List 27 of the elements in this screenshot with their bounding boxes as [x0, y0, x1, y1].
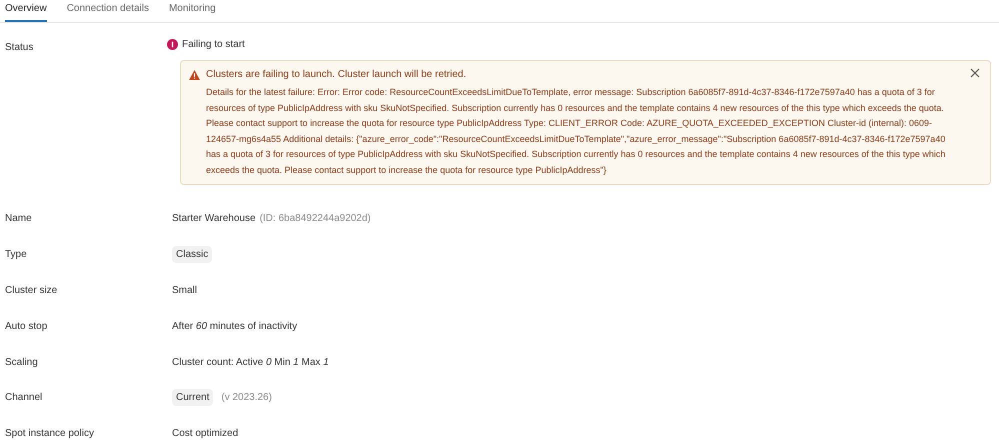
banner-message: Details for the latest failure: Error: Error code: ResourceCountExceedsLimitDueToTemplate, error message: Subscription 6a6085f7-891d-4c37-8346-f172e7597a40 has a quota of 3 for resources of type PublicIpAddress with sku SkuNotSpecified. Subscription currently has 0 resources and the template contains 4 new resources of the this type which exceeds the quota. Please contact support to increase the quota for resource type PublicIpAddress Type: CLIENT_ERROR Code: AZURE_QUOTA_EXCEEDED_EXCEPTION Cluster-id (internal): 0609-124657-mg6s4a55 Additional details: {"azure_error_code":"ResourceCountExceedsLimitDueToTemplate","azure_error_message":"Subscription 6a6085f7-891d-4c37-8346-f172e7597a40 has a quota of 3 for resources of type PublicIpAddress with sku SkuNotSpecified. Subscription currently has 0 resources and the template contains 4 new resources of the this type which exceeds the quota. Please contact support to increase the quota for resource type PublicIpAddress"} — [206, 86, 946, 177]
tag: Classic — [172, 246, 212, 264]
property-value: Cluster count: Active 0 Min 1 Max 1 — [172, 356, 329, 370]
property-label: Auto stop — [5, 320, 48, 332]
property-label: Scaling — [5, 356, 38, 368]
warning-icon — [189, 70, 200, 80]
property-value: After 60 minutes of inactivity — [172, 320, 298, 334]
error-icon — [167, 39, 178, 50]
property-label: Name — [5, 213, 32, 224]
tag: Current — [172, 389, 214, 406]
property-label: Cluster size — [5, 284, 58, 296]
close-icon — [970, 68, 980, 78]
property-label: Status — [5, 42, 34, 53]
property-label: Type — [5, 249, 27, 260]
property-value: Cost optimized — [172, 427, 238, 442]
tab[interactable]: Overview — [5, 1, 47, 22]
property-note: (v 2023.26) — [221, 391, 272, 406]
property-label: Spot instance policy — [5, 428, 94, 440]
property-label: Channel — [5, 392, 42, 404]
status-text: Failing to start — [182, 38, 245, 52]
tab[interactable]: Connection details — [66, 1, 149, 22]
close-button[interactable] — [970, 67, 982, 79]
property-note: (ID: 6ba8492244a9202d) — [260, 212, 371, 226]
banner-title: Clusters are failing to launch. Cluster launch will be retried. — [206, 68, 466, 82]
property-value: Small — [172, 284, 198, 298]
property-value: Starter Warehouse — [172, 212, 256, 226]
tab[interactable]: Monitoring — [168, 1, 216, 22]
